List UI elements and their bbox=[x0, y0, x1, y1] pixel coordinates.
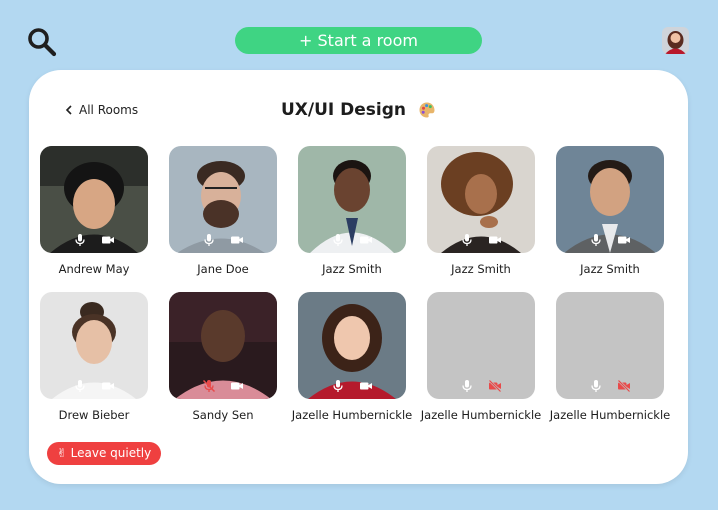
participant-name: Drew Bieber bbox=[58, 408, 130, 422]
palette-icon bbox=[419, 102, 435, 118]
participant-video-off bbox=[427, 292, 535, 399]
media-controls bbox=[556, 379, 664, 393]
microphone-icon[interactable] bbox=[331, 233, 345, 247]
participant-name: Jazz Smith bbox=[451, 262, 511, 276]
microphone-icon[interactable] bbox=[331, 379, 345, 393]
media-controls bbox=[427, 233, 535, 247]
microphone-muted-icon[interactable] bbox=[202, 379, 216, 393]
room-title-row: UX/UI Design bbox=[29, 98, 688, 122]
leave-quietly-button[interactable]: ✌ Leave quietly bbox=[47, 442, 161, 465]
user-avatar[interactable] bbox=[662, 27, 689, 54]
room-panel: All Rooms UX/UI Design Andrew May Jane D… bbox=[29, 70, 688, 484]
participant-name: Jazelle Humbernickle bbox=[549, 408, 671, 422]
participant-name: Jazelle Humbernickle bbox=[420, 408, 542, 422]
media-controls bbox=[169, 379, 277, 393]
media-controls bbox=[298, 379, 406, 393]
participant-name: Jazz Smith bbox=[322, 262, 382, 276]
participant-video bbox=[556, 146, 664, 253]
video-camera-icon[interactable] bbox=[101, 379, 115, 393]
video-camera-off-icon[interactable] bbox=[488, 379, 502, 393]
media-controls bbox=[40, 233, 148, 247]
participant-video bbox=[169, 292, 277, 399]
leave-label: Leave quietly bbox=[70, 446, 152, 460]
participant-video bbox=[427, 146, 535, 253]
microphone-icon[interactable] bbox=[73, 233, 87, 247]
participant-name: Jazelle Humbernickle bbox=[291, 408, 413, 422]
search-icon bbox=[28, 28, 57, 57]
video-camera-icon[interactable] bbox=[359, 233, 373, 247]
microphone-icon[interactable] bbox=[73, 379, 87, 393]
video-camera-icon[interactable] bbox=[359, 379, 373, 393]
participant-name: Jane Doe bbox=[197, 262, 249, 276]
participant-video bbox=[40, 292, 148, 399]
video-camera-icon[interactable] bbox=[230, 379, 244, 393]
microphone-icon[interactable] bbox=[589, 379, 603, 393]
video-camera-icon[interactable] bbox=[101, 233, 115, 247]
video-camera-off-icon[interactable] bbox=[617, 379, 631, 393]
participant-video bbox=[298, 146, 406, 253]
participant-video bbox=[40, 146, 148, 253]
participant-name: Sandy Sen bbox=[192, 408, 254, 422]
room-title: UX/UI Design bbox=[280, 100, 407, 120]
microphone-icon[interactable] bbox=[202, 233, 216, 247]
microphone-icon[interactable] bbox=[460, 379, 474, 393]
media-controls bbox=[298, 233, 406, 247]
participant-name: Andrew May bbox=[58, 262, 130, 276]
video-camera-icon[interactable] bbox=[488, 233, 502, 247]
video-camera-icon[interactable] bbox=[230, 233, 244, 247]
microphone-icon[interactable] bbox=[589, 233, 603, 247]
search-button[interactable] bbox=[26, 26, 58, 58]
participant-video bbox=[298, 292, 406, 399]
video-camera-icon[interactable] bbox=[617, 233, 631, 247]
microphone-icon[interactable] bbox=[460, 233, 474, 247]
media-controls bbox=[427, 379, 535, 393]
media-controls bbox=[556, 233, 664, 247]
media-controls bbox=[40, 379, 148, 393]
participant-name: Jazz Smith bbox=[580, 262, 640, 276]
start-room-button[interactable]: + Start a room bbox=[235, 27, 482, 54]
top-bar: + Start a room bbox=[0, 0, 718, 72]
participant-video-off bbox=[556, 292, 664, 399]
media-controls bbox=[169, 233, 277, 247]
victory-hand-icon: ✌ bbox=[56, 446, 67, 460]
participant-video bbox=[169, 146, 277, 253]
